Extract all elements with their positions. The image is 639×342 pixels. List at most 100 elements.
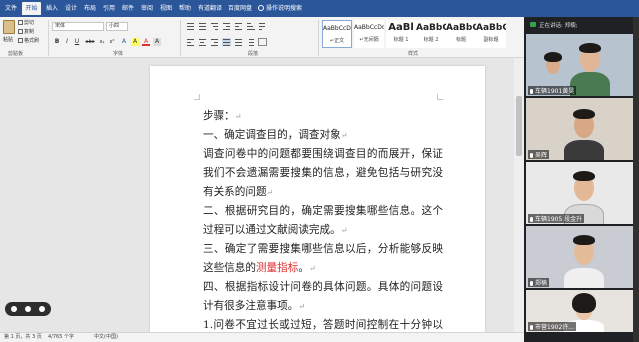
tab-references[interactable]: 引用 — [101, 2, 117, 15]
bold-button[interactable]: B — [53, 38, 61, 46]
participant-name: 车辆1901黄昊 — [528, 86, 577, 95]
numbering-icon[interactable] — [198, 22, 207, 30]
tab-layout[interactable]: 布局 — [82, 2, 98, 15]
participant-hair — [573, 235, 595, 245]
font-group-label: 字体 — [113, 51, 124, 57]
format-painter-button[interactable]: 格式刷 — [18, 37, 39, 44]
toolbar-dot-icon[interactable] — [39, 306, 45, 312]
speaker-icon — [530, 22, 536, 27]
borders-icon[interactable] — [258, 38, 267, 46]
participant-tile[interactable]: 市营1902许... — [526, 290, 637, 332]
participant-hair — [544, 52, 562, 62]
sort-icon[interactable] — [246, 22, 255, 30]
cut-button[interactable]: 剪切 — [18, 19, 34, 26]
floating-toolbar[interactable] — [5, 302, 51, 316]
vertical-scrollbar[interactable] — [514, 58, 524, 332]
participant-hair — [573, 171, 595, 181]
font-color-button[interactable]: A — [142, 38, 150, 46]
highlight-button[interactable]: A — [131, 38, 139, 46]
paste-button-label[interactable]: 粘贴 — [3, 36, 13, 43]
participant-tile[interactable]: 车辆1901黄昊 — [526, 34, 637, 96]
style-normal[interactable]: AaBbCcDd ↵正文 — [322, 20, 352, 48]
tab-help[interactable]: 帮助 — [177, 2, 193, 15]
strikethrough-button[interactable]: abc — [84, 38, 96, 46]
decrease-indent-icon[interactable] — [222, 22, 231, 30]
style-subtitle[interactable]: AaBbC 副标题 — [476, 20, 506, 48]
microphone-icon — [530, 153, 533, 158]
participant-tile[interactable]: 吴辉 — [526, 98, 637, 160]
font-size-select[interactable]: 小四 — [106, 22, 128, 31]
paragraph: 二、根据研究目的，确定需要搜集哪些信息。这个过程可以通过文献阅读完成。↵ — [203, 205, 443, 236]
style-name: 副标题 — [483, 37, 499, 43]
multilevel-list-icon[interactable] — [210, 22, 219, 30]
subscript-button[interactable]: x₂ — [98, 38, 106, 46]
video-call-panel: 正在讲话: 郑楠; 车辆1901黄昊 吴辉 车辆1905 段金升 郑楠 市营19… — [524, 17, 639, 342]
participant-figure — [564, 140, 604, 160]
copy-button[interactable]: 复制 — [18, 28, 34, 35]
style-title[interactable]: AaBbC 标题 — [446, 20, 476, 48]
justify-icon[interactable] — [222, 38, 231, 46]
copy-label: 复制 — [24, 29, 35, 35]
tab-mailings[interactable]: 邮件 — [120, 2, 136, 15]
font-name-select[interactable]: 宋体 — [52, 22, 104, 31]
participant-tile[interactable]: 郑楠 — [526, 226, 637, 288]
microphone-icon — [530, 89, 533, 94]
toolbar-dot-icon[interactable] — [11, 306, 17, 312]
ribbon: 粘贴 剪切 复制 格式刷 剪贴板 宋体 小四 B I U abc x₂ x² A… — [0, 17, 524, 58]
paragraph: 调查问卷中的问题都要围绕调查目的而展开，保证我们不会遗漏需要搜集的信息，避免包括… — [203, 148, 443, 198]
tab-youdao-translate[interactable]: 有道翻译 — [196, 2, 224, 15]
show-marks-icon[interactable] — [258, 22, 267, 30]
superscript-button[interactable]: x² — [108, 38, 116, 46]
lightbulb-icon — [258, 5, 264, 11]
participant-tile[interactable]: 车辆1905 段金升 — [526, 162, 637, 224]
style-name: 标题 1 — [393, 37, 409, 43]
speaking-indicator: 正在讲话: 郑楠; — [524, 21, 639, 29]
tab-home[interactable]: 开始 — [22, 2, 41, 15]
microphone-icon — [530, 281, 533, 286]
tell-me-search[interactable]: 操作说明搜索 — [258, 2, 302, 15]
tab-baidu-netdisk[interactable]: 百度网盘 — [226, 2, 254, 15]
toolbar-dot-icon[interactable] — [25, 306, 31, 312]
participant-hair — [572, 293, 596, 313]
underline-button[interactable]: U — [73, 38, 81, 46]
menu-bar: 文件 开始 插入 设计 布局 引用 邮件 审阅 视图 帮助 有道翻译 百度网盘 … — [0, 0, 639, 17]
scroll-thumb[interactable] — [516, 96, 522, 156]
paragraph: 四、根据指标设计问卷的具体问题。具体的问题设计有很多注意事项。↵ — [203, 281, 443, 312]
italic-button[interactable]: I — [63, 38, 71, 46]
microphone-icon — [530, 217, 533, 222]
paragraph: 步骤：↵ — [203, 110, 242, 122]
bullets-icon[interactable] — [186, 22, 195, 30]
tab-design[interactable]: 设计 — [63, 2, 79, 15]
status-bar: 第 1 页，共 3 页 4/765 个字 中文(中国) — [0, 332, 524, 342]
language-indicator[interactable]: 中文(中国) — [94, 333, 118, 342]
distributed-icon[interactable] — [234, 38, 243, 46]
microphone-icon — [530, 325, 533, 330]
character-shading-button[interactable]: A — [153, 38, 161, 46]
tab-view[interactable]: 视图 — [158, 2, 174, 15]
paragraph-group-label: 段落 — [248, 51, 259, 57]
line-spacing-icon[interactable] — [246, 38, 255, 46]
document-area: 步骤：↵ 一、确定调查目的，调查对象↵ 调查问卷中的问题都要围绕调查目的而展开，… — [0, 58, 524, 332]
style-heading-2[interactable]: AaBbC 标题 2 — [416, 20, 446, 48]
margin-corner — [194, 94, 200, 100]
tab-file[interactable]: 文件 — [3, 2, 19, 15]
page-count[interactable]: 第 1 页，共 3 页 — [4, 333, 42, 342]
paste-icon[interactable] — [3, 20, 15, 34]
document-page[interactable]: 步骤：↵ 一、确定调查目的，调查对象↵ 调查问卷中的问题都要围绕调查目的而展开，… — [150, 66, 485, 332]
tell-me-text: 操作说明搜索 — [266, 5, 303, 12]
panel-edge — [633, 17, 639, 342]
style-heading-1[interactable]: AaBl 标题 1 — [386, 20, 416, 48]
align-right-icon[interactable] — [210, 38, 219, 46]
align-left-icon[interactable] — [186, 38, 195, 46]
highlighted-term: 测量指标 — [255, 262, 299, 274]
text-effects-button[interactable]: A — [120, 38, 128, 46]
paragraph: 一、确定调查目的，调查对象↵ — [203, 129, 348, 141]
align-center-icon[interactable] — [198, 38, 207, 46]
style-no-spacing[interactable]: AaBbCcDd ↵无间隔 — [354, 20, 384, 48]
tab-insert[interactable]: 插入 — [44, 2, 60, 15]
document-body[interactable]: 步骤：↵ 一、确定调查目的，调查对象↵ 调查问卷中的问题都要围绕调查目的而展开，… — [203, 107, 443, 332]
styles-group-label: 样式 — [408, 51, 419, 57]
tab-review[interactable]: 审阅 — [139, 2, 155, 15]
increase-indent-icon[interactable] — [234, 22, 243, 30]
word-count[interactable]: 4/765 个字 — [48, 333, 74, 342]
